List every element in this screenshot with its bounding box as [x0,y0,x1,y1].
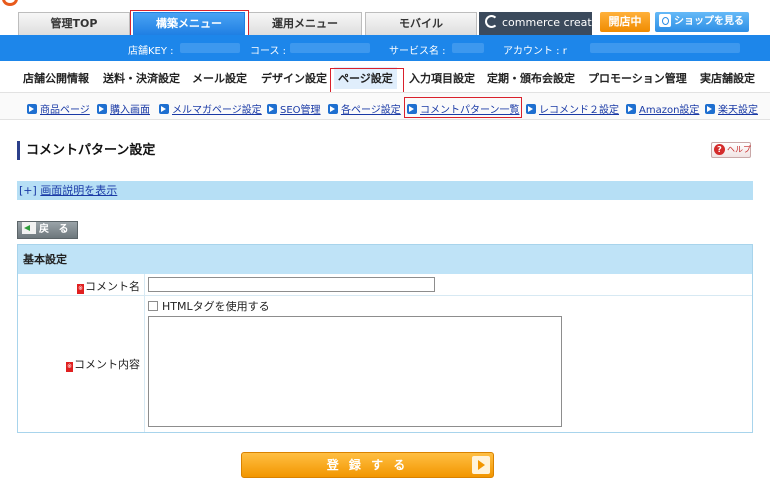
nav-seo[interactable]: SEO管理 [267,101,321,116]
nav-rakuten-label: 楽天設定 [718,105,758,116]
arrow-icon [97,104,107,114]
tab-mobile[interactable]: モバイル [365,12,477,35]
description-prefix: [+] [19,184,37,197]
help-button[interactable]: ? ヘルプ [711,142,751,158]
nav-recommend2[interactable]: レコメンド２設定 [526,101,619,116]
nav-newsletter-page-label: メルマガページ設定 [172,105,262,116]
nav-seo-label: SEO管理 [280,105,321,116]
subnav-subscription[interactable]: 定期・頒布会設定 [487,70,575,86]
html-tag-option[interactable]: HTMLタグを使用する [148,298,270,314]
store-open-badge[interactable]: 開店中 [600,12,650,32]
comment-name-input[interactable] [148,277,435,292]
show-description-link[interactable]: 画面説明を表示 [40,184,117,197]
commerce-creator-label: commerce creator [502,16,603,29]
subnav-physical-store[interactable]: 実店舗設定 [700,70,755,86]
subnav-promotion[interactable]: プロモーション管理 [588,70,687,86]
nav-comment-patterns-label: コメントパターン一覧 [420,105,520,116]
arrow-icon [328,104,338,114]
comment-content-textarea[interactable] [148,316,562,427]
store-key-label: 店舗KEY : [128,46,174,57]
page-title: コメントパターン設定 [17,141,155,160]
tab-build-menu[interactable]: 構築メニュー [133,12,245,35]
nav-recommend2-label: レコメンド２設定 [539,105,619,116]
help-icon: ? [714,144,725,155]
basic-settings-header: 基本設定 [18,245,752,274]
back-arrow-icon [22,222,36,234]
subnav-mail-settings[interactable]: メール設定 [192,70,247,86]
arrow-icon [27,104,37,114]
third-nav: 商品ページ 購入画面 メルマガページ設定 SEO管理 各ページ設定 コメントパタ… [0,92,770,120]
arrow-icon [526,104,536,114]
comment-content-label-text: コメント内容 [74,358,140,371]
comment-content-label-cell: ※ コメント内容 [18,296,145,432]
nav-each-page[interactable]: 各ページ設定 [328,101,401,116]
back-label: 戻 る [39,224,72,235]
html-tag-checkbox-label: HTMLタグを使用する [162,300,270,313]
required-icon: ※ [77,284,84,294]
service-name-label: サービス名 : [389,46,446,57]
arrow-icon [159,104,169,114]
comment-content-row: ※ コメント内容 HTMLタグを使用する [18,296,752,432]
description-toggle-bar: [+] 画面説明を表示 [17,181,753,200]
commerce-creator-icon [485,15,498,28]
sub-nav: 店舗公開情報 送料・決済設定 メール設定 デザイン設定 ページ設定 入力項目設定… [0,61,770,92]
commerce-creator-button[interactable]: commerce creator [479,12,603,35]
view-shop-button[interactable]: ショップを見る [655,12,749,32]
basic-settings-form: 基本設定 ※ コメント名 ※ コメント内容 HTMLタグを使用する [17,244,753,433]
nav-amazon-label: Amazon設定 [639,105,700,116]
register-button[interactable]: 登 録 す る [241,452,494,478]
logo-icon [2,0,18,6]
subnav-page-settings[interactable]: ページ設定 [334,67,397,89]
course-value-masked [290,43,370,53]
subnav-design-settings[interactable]: デザイン設定 [261,70,327,86]
arrow-icon [626,104,636,114]
arrow-icon [705,104,715,114]
shop-bag-icon [659,14,671,27]
nav-comment-patterns[interactable]: コメントパターン一覧 [407,101,520,116]
comment-name-row: ※ コメント名 [18,274,752,296]
comment-name-label: ※ コメント名 [77,278,140,294]
nav-product-page-label: 商品ページ [40,105,90,116]
arrow-icon [407,104,417,114]
comment-name-label-text: コメント名 [85,280,140,293]
nav-amazon[interactable]: Amazon設定 [626,101,699,116]
help-label: ヘルプ [727,145,751,154]
nav-rakuten[interactable]: 楽天設定 [705,101,758,116]
tab-operation-menu[interactable]: 運用メニュー [248,12,362,35]
account-label: アカウント : r [503,46,567,57]
arrow-icon [267,104,277,114]
required-icon: ※ [66,362,73,372]
view-shop-label: ショップを見る [674,16,744,27]
nav-newsletter-page[interactable]: メルマガページ設定 [159,101,262,116]
register-label: 登 録 す る [326,458,409,472]
store-key-value-masked [180,43,240,53]
subnav-shipping-payment[interactable]: 送料・決済設定 [103,70,180,86]
account-value-masked [590,43,740,53]
tab-admin-top[interactable]: 管理TOP [18,12,130,35]
course-label: コース : [250,46,287,57]
back-button[interactable]: 戻 る [17,221,78,239]
nav-purchase-screen-label: 購入画面 [110,105,150,116]
html-tag-checkbox[interactable] [148,301,158,311]
nav-purchase-screen[interactable]: 購入画面 [97,101,150,116]
nav-each-page-label: 各ページ設定 [341,105,401,116]
nav-product-page[interactable]: 商品ページ [27,101,90,116]
subnav-store-info[interactable]: 店舗公開情報 [23,70,89,86]
info-bar: 店舗KEY : コース : サービス名 : アカウント : r [0,35,770,61]
comment-name-label-cell: ※ コメント名 [18,274,145,295]
top-strip [0,0,770,10]
play-arrow-icon [472,456,490,474]
subnav-input-fields[interactable]: 入力項目設定 [409,70,475,86]
service-name-value-masked [452,43,484,53]
comment-content-label: ※ コメント内容 [66,356,140,372]
